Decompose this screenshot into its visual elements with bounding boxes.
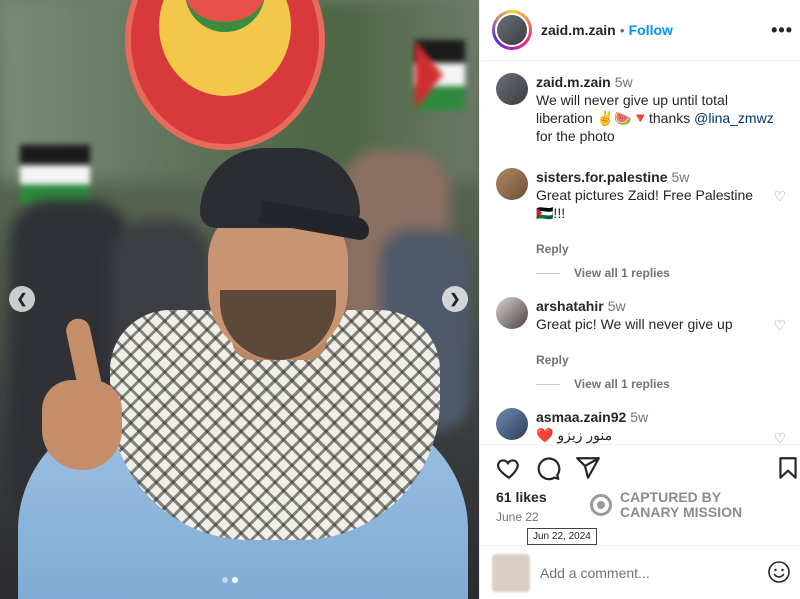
- chevron-right-icon[interactable]: ❯: [442, 286, 468, 312]
- canary-logo-icon: [590, 494, 612, 516]
- watermark-line1: CAPTURED BY: [620, 489, 722, 505]
- watermark-line2: CANARY MISSION: [620, 504, 743, 520]
- heart-icon[interactable]: ♡: [773, 188, 786, 205]
- carousel-dot-active: [232, 577, 238, 583]
- comment-username[interactable]: asmaa.zain92: [536, 409, 626, 425]
- avatar: [492, 553, 530, 592]
- add-comment-bar: [480, 545, 800, 599]
- follow-button[interactable]: Follow: [629, 22, 673, 38]
- likes-count[interactable]: 61 likes: [496, 489, 547, 505]
- comment-time: 5w: [630, 409, 649, 425]
- view-replies-button[interactable]: View all 1 replies: [536, 266, 670, 280]
- caption-username[interactable]: zaid.m.zain: [536, 74, 611, 90]
- watermark: CAPTURED BY CANARY MISSION: [590, 490, 742, 520]
- comment-text: Great pic! We will never give up: [536, 316, 733, 332]
- avatar[interactable]: [496, 408, 528, 440]
- heart-icon[interactable]: ♡: [773, 317, 786, 334]
- caption-text-end: for the photo: [536, 128, 615, 144]
- post-photo: ❮ ❯: [0, 0, 479, 599]
- separator: •: [619, 22, 625, 38]
- reply-button[interactable]: Reply: [536, 240, 776, 258]
- heart-icon[interactable]: [496, 455, 522, 481]
- avatar[interactable]: [496, 73, 528, 105]
- more-horizontal-icon[interactable]: •••: [771, 20, 793, 41]
- avatar[interactable]: [496, 168, 528, 200]
- comment-input[interactable]: [540, 564, 760, 581]
- caption-mention[interactable]: @lina_zmwz: [694, 110, 774, 126]
- story-ring[interactable]: [492, 10, 532, 50]
- post-date[interactable]: June 22: [496, 510, 539, 524]
- carousel-dot: [222, 577, 228, 583]
- share-icon[interactable]: [575, 455, 601, 481]
- chevron-left-icon[interactable]: ❮: [9, 286, 35, 312]
- bookmark-icon[interactable]: [775, 455, 800, 481]
- list-item: asmaa.zain92 5w ❤️ منور زيزو ♡: [496, 408, 786, 444]
- post-header: zaid.m.zain • Follow •••: [480, 0, 800, 61]
- date-tooltip: Jun 22, 2024: [527, 528, 597, 545]
- caption-time: 5w: [614, 74, 633, 90]
- comment-icon[interactable]: [535, 455, 561, 481]
- comment-text: ❤️ منور زيزو: [536, 427, 613, 443]
- comment-username[interactable]: sisters.for.palestine: [536, 169, 668, 185]
- comment-time: 5w: [671, 169, 690, 185]
- reply-button[interactable]: Reply: [536, 351, 776, 369]
- avatar[interactable]: [496, 297, 528, 329]
- comment-time: 5w: [607, 298, 626, 314]
- carousel-dots: [222, 577, 238, 583]
- avatar: [495, 13, 529, 47]
- emoji-icon[interactable]: [767, 560, 791, 584]
- comments-list: zaid.m.zain 5w We will never give up unti…: [480, 61, 800, 444]
- view-replies-label: View all 1 replies: [574, 266, 670, 280]
- list-item: arshatahir 5w Great pic! We will never gi…: [496, 297, 786, 369]
- caption: zaid.m.zain 5w We will never give up unti…: [496, 73, 786, 145]
- comment-text: Great pictures Zaid! Free Palestine 🇵🇸!!…: [536, 187, 754, 221]
- raised-hand: [42, 380, 122, 470]
- view-replies-button[interactable]: View all 1 replies: [536, 377, 670, 391]
- comment-username[interactable]: arshatahir: [536, 298, 604, 314]
- author-username[interactable]: zaid.m.zain: [541, 22, 616, 38]
- list-item: sisters.for.palestine 5w Great pictures Z…: [496, 168, 786, 258]
- heart-icon[interactable]: ♡: [773, 430, 786, 444]
- view-replies-label: View all 1 replies: [574, 377, 670, 391]
